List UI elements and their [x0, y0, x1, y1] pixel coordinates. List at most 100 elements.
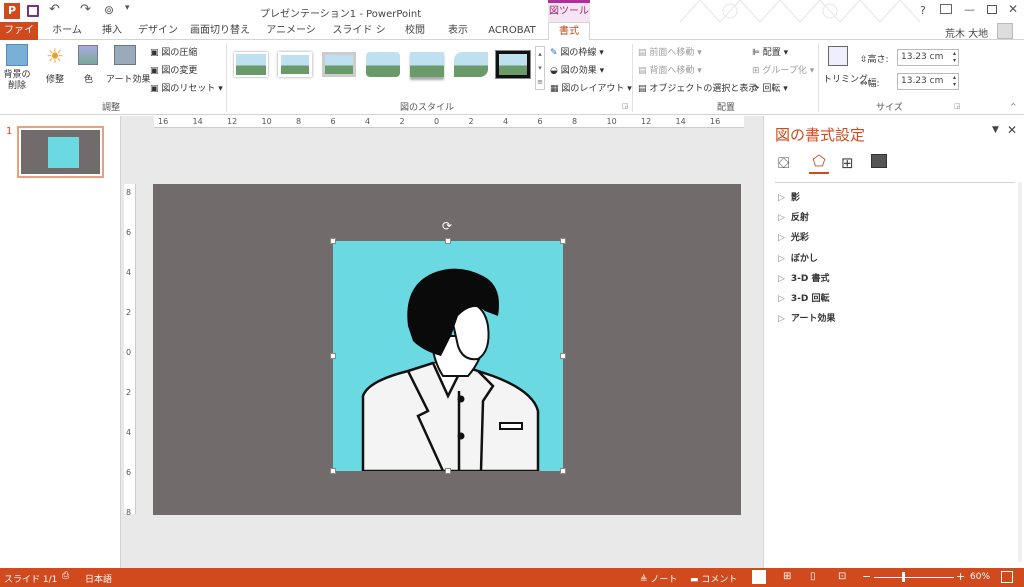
- style-thumb[interactable]: [366, 52, 400, 77]
- picture-layout-button[interactable]: ▦ 図のレイアウト ▾: [550, 81, 632, 94]
- tab-transitions[interactable]: 画面切り替え: [187, 22, 253, 40]
- ribbon-display-options-icon[interactable]: [940, 4, 952, 14]
- resize-handle[interactable]: [330, 468, 336, 474]
- tab-design[interactable]: デザイン: [138, 22, 178, 40]
- resize-handle[interactable]: [560, 238, 566, 244]
- tab-animations[interactable]: アニメーション: [262, 22, 320, 54]
- tab-slideshow[interactable]: スライド ショー: [330, 22, 388, 54]
- language-indicator[interactable]: 日本語: [85, 572, 112, 585]
- width-input[interactable]: 13.23 cm ▴ ▾: [897, 73, 959, 90]
- picture-tab-icon[interactable]: [871, 154, 887, 168]
- comments-button[interactable]: ▬ コメント: [690, 572, 737, 585]
- slide-counter[interactable]: スライド 1/1: [4, 572, 57, 585]
- change-picture-button[interactable]: ▣ 図の変更: [150, 63, 197, 76]
- customize-toolbar-icon[interactable]: ▾: [125, 3, 130, 13]
- selection-pane-button[interactable]: ▤ オブジェクトの選択と表示: [638, 81, 757, 94]
- selection-pane-icon: ▤: [638, 84, 650, 94]
- resize-handle[interactable]: [330, 238, 336, 244]
- resize-handle[interactable]: [330, 353, 336, 359]
- style-thumb-selected[interactable]: [495, 50, 531, 79]
- tab-view[interactable]: 表示: [441, 22, 475, 40]
- zoom-slider[interactable]: [874, 577, 954, 578]
- zoom-out-icon[interactable]: −: [862, 570, 871, 583]
- height-label-text: 高さ:: [867, 55, 889, 65]
- tab-review[interactable]: 校閲: [398, 22, 432, 40]
- slideshow-view-icon[interactable]: ⊡: [838, 571, 846, 582]
- spinner-icon[interactable]: ▴ ▾: [953, 74, 956, 88]
- resize-handle[interactable]: [560, 468, 566, 474]
- tab-format[interactable]: 書式: [548, 22, 590, 40]
- user-name[interactable]: 荒木 大地: [945, 25, 988, 40]
- effects-tab-icon[interactable]: ⬠: [809, 152, 829, 174]
- bring-forward-button[interactable]: ▤ 前面へ移動 ▾: [638, 45, 702, 58]
- picture-border-button[interactable]: ✎ 図の枠線 ▾: [550, 45, 604, 58]
- minimize-button[interactable]: —: [964, 3, 975, 16]
- slide[interactable]: ⟳: [153, 184, 741, 515]
- compress-pictures-button[interactable]: ▣ 図の圧縮: [150, 45, 197, 58]
- slide-thumbnail[interactable]: [17, 126, 104, 178]
- rotate-button[interactable]: ⟳ 回転 ▾: [752, 81, 788, 94]
- corrections-button[interactable]: 修整: [46, 72, 64, 85]
- styles-dialog-launcher-icon[interactable]: ◲: [622, 102, 629, 110]
- pane-section[interactable]: ▷ 3-D 書式: [778, 271, 830, 284]
- notes-button[interactable]: ≜ ノート: [640, 572, 677, 585]
- size-dialog-launcher-icon[interactable]: ◲: [954, 102, 961, 110]
- redo-icon[interactable]: ↷: [80, 2, 91, 17]
- rotate-handle-icon[interactable]: ⟳: [442, 219, 452, 233]
- tab-acrobat[interactable]: ACROBAT: [484, 22, 540, 40]
- style-thumb[interactable]: [454, 52, 488, 77]
- remove-background-button[interactable]: 背景の 削除: [2, 70, 32, 92]
- reset-picture-button[interactable]: ▣ 図のリセット ▾: [150, 81, 223, 94]
- send-backward-button[interactable]: ▤ 背面へ移動 ▾: [638, 63, 702, 76]
- tab-home[interactable]: ホーム: [47, 22, 87, 40]
- maximize-button[interactable]: [987, 5, 997, 14]
- color-button[interactable]: 色: [84, 72, 93, 85]
- reading-view-icon[interactable]: ▯: [810, 571, 816, 582]
- align-button[interactable]: ⊫ 配置 ▾: [752, 45, 788, 58]
- size-properties-icon[interactable]: ⊞: [841, 154, 854, 172]
- picture-effects-button[interactable]: ◒ 図の効果 ▾: [550, 63, 604, 76]
- spinner-icon[interactable]: ▴ ▾: [953, 50, 956, 64]
- pane-section[interactable]: ▷ 3-D 回転: [778, 291, 830, 304]
- tab-file[interactable]: ファイル: [0, 22, 38, 54]
- undo-icon[interactable]: ↶: [49, 2, 60, 17]
- pane-section[interactable]: ▷ アート効果: [778, 311, 835, 324]
- fit-slide-icon[interactable]: [1001, 571, 1013, 583]
- tab-insert[interactable]: 挿入: [95, 22, 129, 40]
- close-button[interactable]: ✕: [1008, 2, 1018, 16]
- fill-line-icon[interactable]: ⛋: [778, 154, 789, 172]
- pane-scrollbar[interactable]: [1018, 182, 1022, 562]
- rotate-icon: ⟳: [752, 84, 763, 94]
- height-input[interactable]: 13.23 cm ▴ ▾: [897, 49, 959, 66]
- slideshow-from-start-icon[interactable]: ⊚: [104, 3, 114, 17]
- style-thumb[interactable]: [278, 52, 312, 77]
- zoom-in-icon[interactable]: +: [956, 570, 965, 583]
- resize-handle[interactable]: [445, 238, 451, 244]
- resize-handle[interactable]: [445, 468, 451, 474]
- zoom-level[interactable]: 60%: [970, 572, 990, 582]
- spellcheck-icon[interactable]: ⎙: [62, 571, 69, 581]
- collapse-ribbon-icon[interactable]: ^: [1010, 102, 1017, 111]
- style-thumb[interactable]: [322, 52, 356, 77]
- avatar[interactable]: [997, 23, 1013, 39]
- style-thumb[interactable]: [410, 52, 444, 77]
- help-button[interactable]: ?: [920, 4, 926, 17]
- pane-section[interactable]: ▷ 影: [778, 190, 800, 203]
- artistic-effects-button[interactable]: アート効果: [106, 72, 150, 85]
- pane-close-icon[interactable]: ✕: [1007, 123, 1017, 137]
- pane-section[interactable]: ▷ 光彩: [778, 230, 809, 243]
- pane-options-icon[interactable]: ▼: [992, 125, 999, 135]
- pane-section[interactable]: ▷ 反射: [778, 210, 809, 223]
- group-button[interactable]: ⊞ グループ化 ▾: [752, 63, 814, 76]
- picture[interactable]: [333, 241, 563, 471]
- pane-section-label: 影: [790, 193, 800, 203]
- gallery-scroll[interactable]: ▴ ▾ ≡: [535, 46, 545, 90]
- powerpoint-logo-icon: P: [4, 3, 20, 19]
- style-thumb[interactable]: [234, 52, 268, 77]
- pane-section[interactable]: ▷ ぼかし: [778, 251, 818, 264]
- resize-handle[interactable]: [560, 353, 566, 359]
- normal-view-icon[interactable]: [752, 570, 766, 584]
- slide-sorter-icon[interactable]: ⊞: [783, 571, 791, 582]
- save-icon[interactable]: [27, 5, 39, 17]
- zoom-slider-thumb[interactable]: [902, 572, 905, 582]
